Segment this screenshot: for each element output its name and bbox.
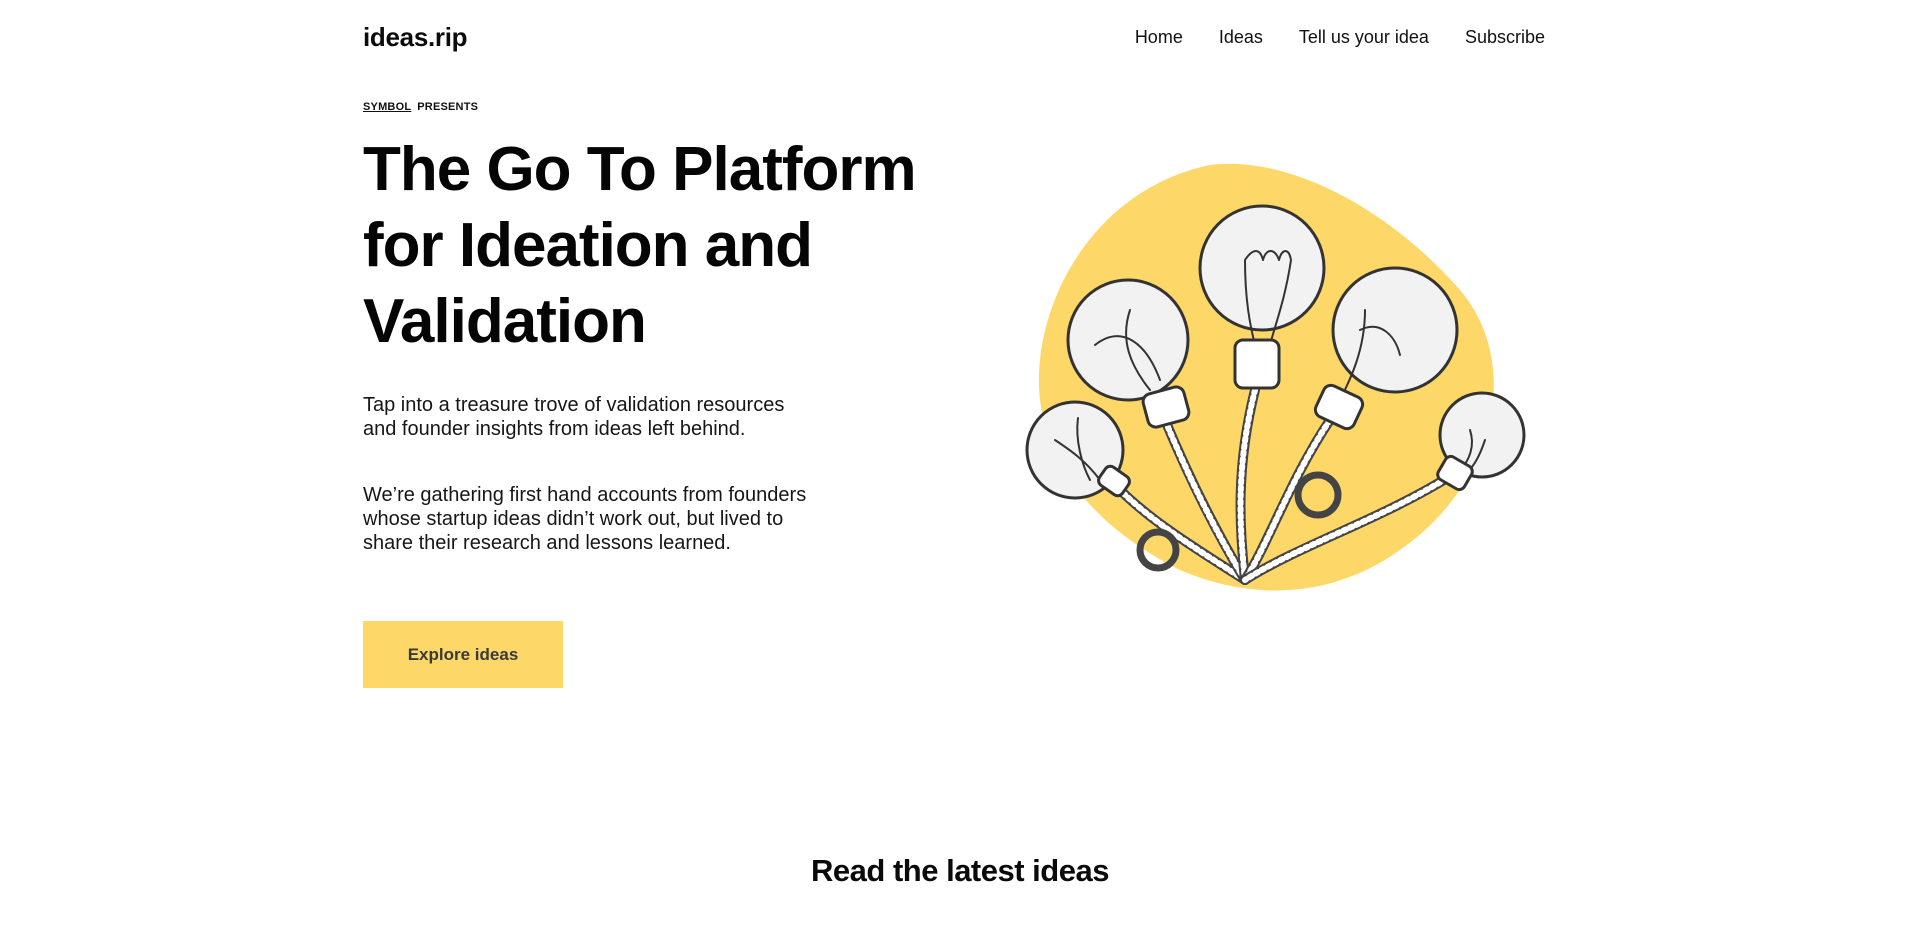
latest-ideas-title: Read the latest ideas (811, 853, 1109, 888)
presenter-brand-link[interactable]: SYMBOL (363, 101, 411, 113)
nav-ideas[interactable]: Ideas (1219, 27, 1263, 48)
lightbulbs-illustration (1025, 163, 1526, 591)
nav-home[interactable]: Home (1135, 27, 1183, 48)
site-logo[interactable]: ideas.rip (363, 22, 468, 53)
nav-tell-us-your-idea[interactable]: Tell us your idea (1299, 27, 1429, 48)
presents-line: SYMBOL PRESENTS (363, 101, 478, 113)
bulb-2 (1066, 278, 1190, 402)
site-header: ideas.rip Home Ideas Tell us your idea S… (0, 0, 1920, 76)
main-nav: Home Ideas Tell us your idea Subscribe (1135, 27, 1545, 48)
bulb-3 (1198, 204, 1326, 332)
hero-title: The Go To Platform for Ideation and Vali… (363, 135, 917, 356)
hero-paragraph-2: We’re gathering first hand accounts from… (363, 484, 807, 554)
explore-ideas-button[interactable]: Explore ideas (363, 621, 563, 688)
nav-subscribe[interactable]: Subscribe (1465, 27, 1545, 48)
presents-label: PRESENTS (417, 101, 479, 113)
hero-paragraph-1: Tap into a treasure trove of validation … (363, 394, 785, 440)
